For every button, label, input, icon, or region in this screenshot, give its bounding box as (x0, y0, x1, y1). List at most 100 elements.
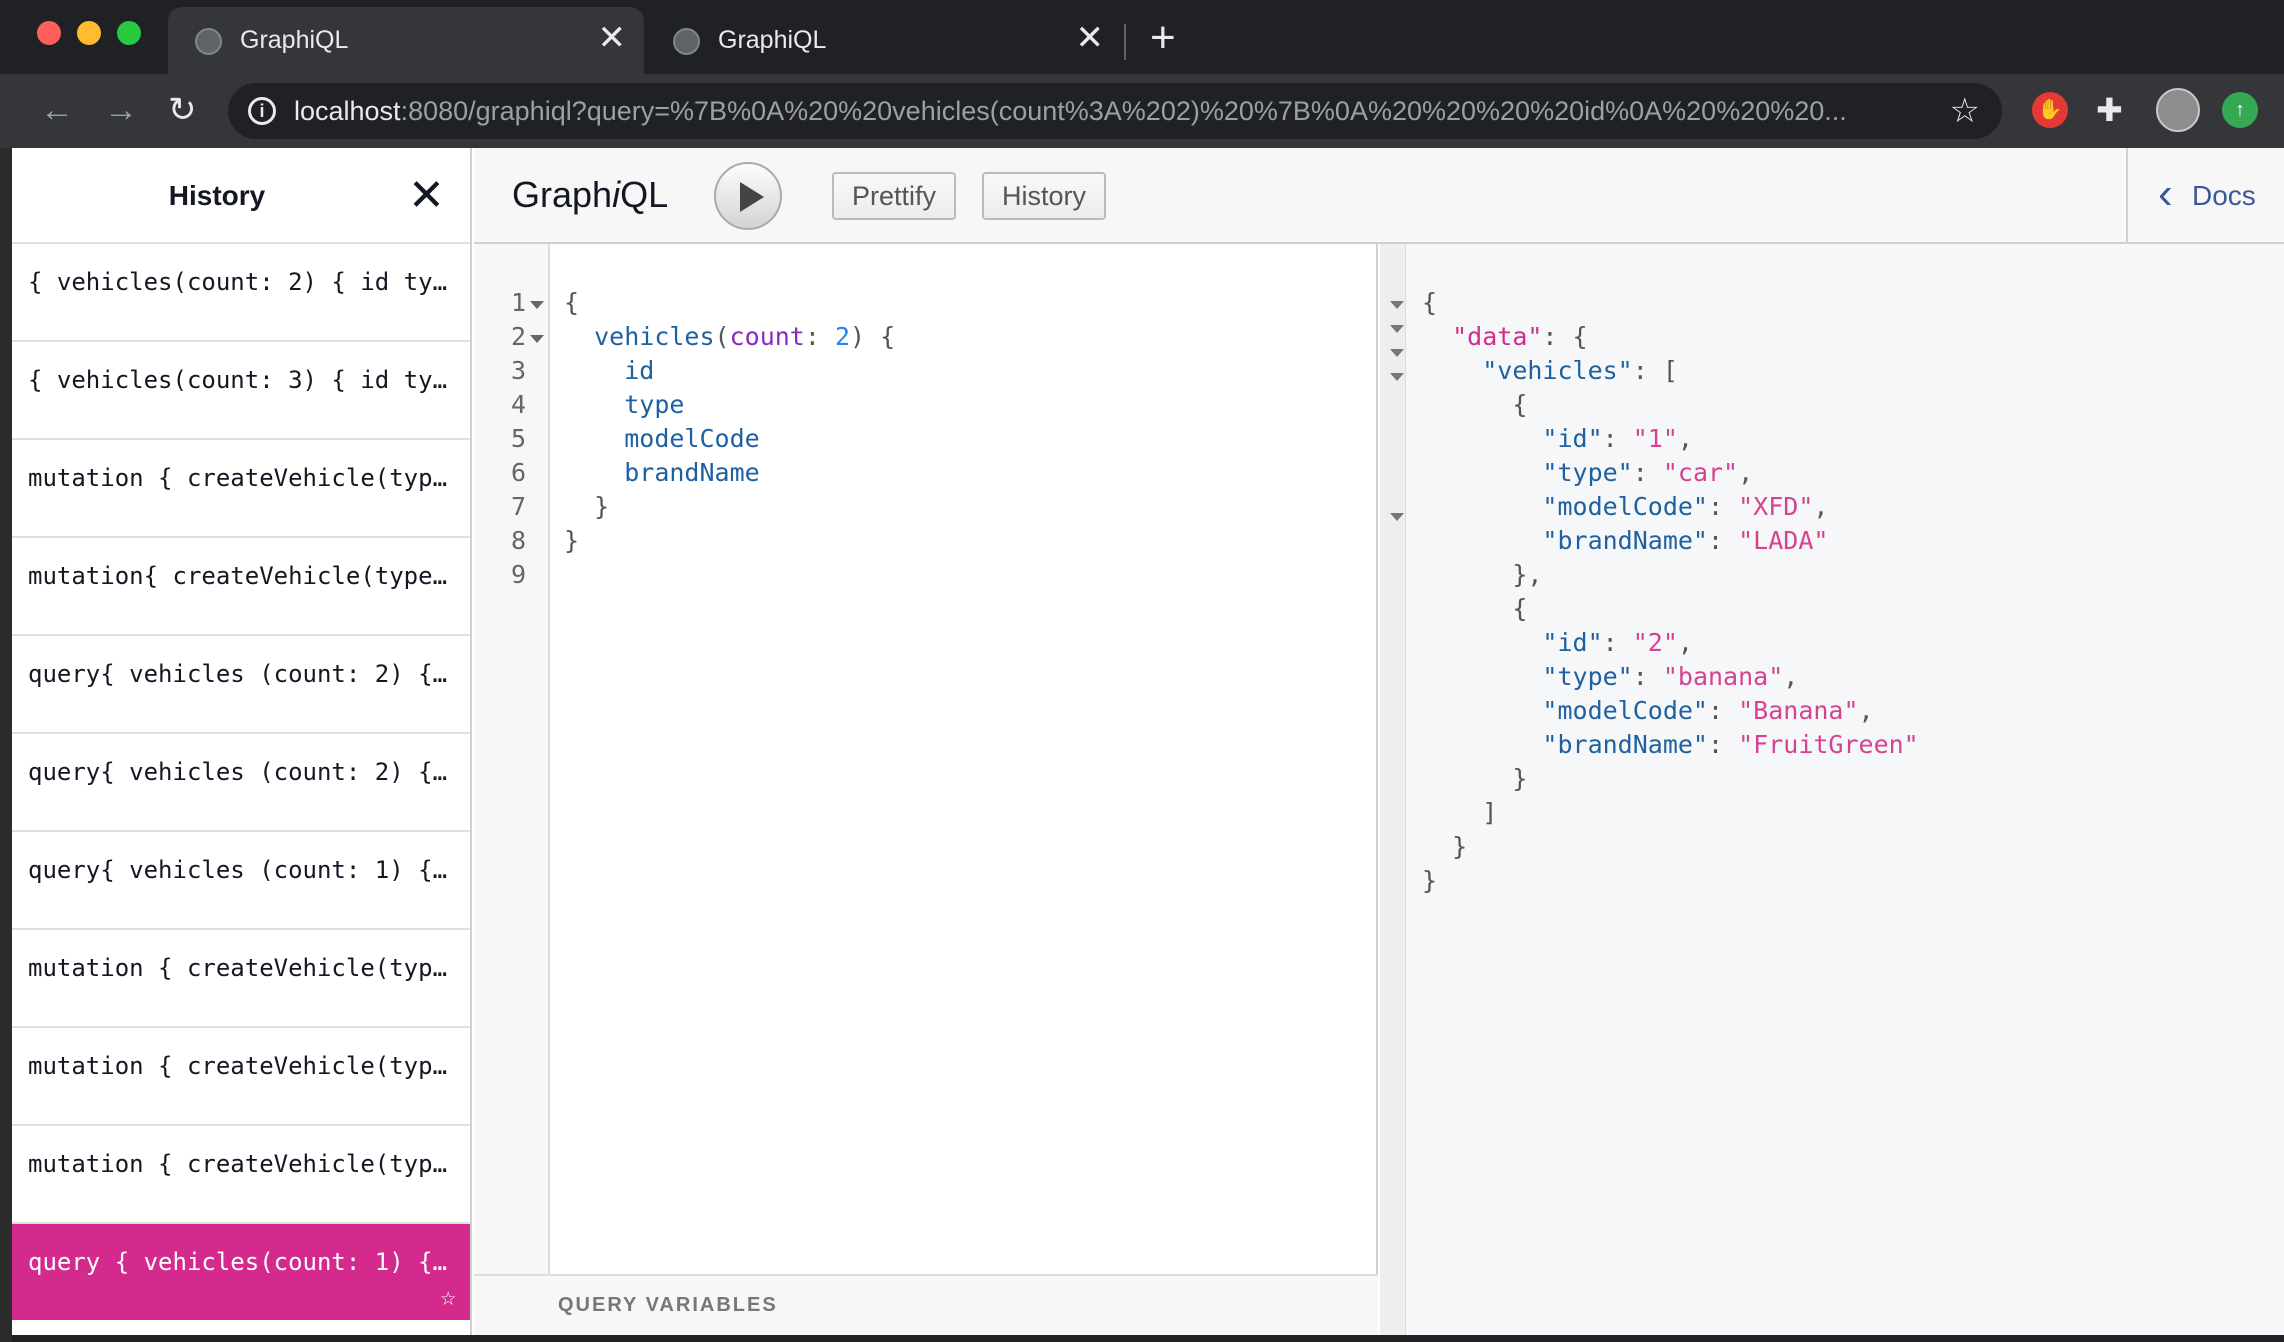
history-item[interactable]: mutation { createVehicle(typ… (12, 1126, 470, 1224)
history-item[interactable]: { vehicles(count: 2) { id ty… (12, 244, 470, 342)
field-name: vehicles (594, 322, 715, 351)
history-item-label: mutation { createVehicle(typ… (28, 1150, 448, 1178)
fold-arrow-icon[interactable] (1390, 513, 1404, 521)
docs-button[interactable]: ‹ Docs (2126, 148, 2284, 244)
forward-icon[interactable]: → (104, 88, 138, 132)
extensions-icon[interactable]: ✚ (2096, 92, 2132, 128)
result-line: }, (1422, 560, 1542, 589)
window-zoom-button[interactable] (117, 21, 141, 45)
history-item-label: { vehicles(count: 3) { id ty… (28, 366, 448, 394)
line-number: 1 (510, 288, 526, 317)
paren-brace: ) { (850, 322, 896, 351)
fold-arrow-icon[interactable] (1390, 325, 1404, 333)
info-icon[interactable]: i (248, 97, 276, 125)
history-item[interactable]: query { vehicles(count: 1) {… ☆ (12, 1224, 470, 1320)
fold-arrow-icon[interactable] (1390, 373, 1404, 381)
code-line: { (564, 288, 579, 317)
history-item[interactable]: mutation{ createVehicle(type… (12, 538, 470, 636)
window-minimize-button[interactable] (77, 21, 101, 45)
result-gutter (1380, 244, 1406, 1335)
history-item[interactable]: query{ vehicles (count: 2) {… (12, 636, 470, 734)
json-string: "LADA" (1738, 526, 1829, 555)
argument-value: 2 (834, 322, 851, 351)
code-line: vehicles(count: 2) { (564, 322, 895, 351)
json-punctuation: , (1677, 424, 1693, 453)
star-icon[interactable]: ☆ (440, 1282, 456, 1312)
result-line: "data": { (1422, 322, 1587, 351)
fold-arrow-icon[interactable] (530, 301, 544, 309)
close-icon[interactable]: ✕ (598, 21, 627, 55)
code-line: id (564, 356, 654, 385)
history-item[interactable]: query{ vehicles (count: 2) {… (12, 734, 470, 832)
history-item[interactable]: mutation { createVehicle(typ… (12, 440, 470, 538)
update-icon[interactable]: ↑ (2222, 92, 2258, 128)
query-variables-bar[interactable]: QUERY VARIABLES (474, 1274, 1378, 1335)
browser-tab[interactable]: GraphiQL ✕ (646, 7, 1122, 74)
json-punctuation: : [ (1632, 356, 1678, 385)
result-line: { (1422, 390, 1527, 419)
colon: : (804, 322, 835, 351)
json-punctuation: : (1708, 492, 1739, 521)
history-item[interactable]: mutation { createVehicle(typ… (12, 1028, 470, 1126)
json-key: "id" (1542, 424, 1603, 453)
close-icon[interactable]: ✕ (408, 168, 445, 224)
json-string: "1" (1632, 424, 1678, 453)
json-punctuation: , (1783, 662, 1799, 691)
history-panel: History ✕ { vehicles(count: 2) { id ty… {… (12, 148, 472, 1335)
field-name: id (624, 356, 655, 385)
prettify-button[interactable]: Prettify (832, 172, 957, 220)
fold-arrow-icon[interactable] (1390, 301, 1404, 309)
history-item-label: mutation { createVehicle(typ… (28, 954, 448, 982)
avatar[interactable] (2156, 88, 2200, 132)
field-name: modelCode (624, 424, 760, 453)
address-bar[interactable]: i localhost:8080/graphiql?query=%7B%0A%2… (228, 83, 2002, 139)
history-item-label: mutation{ createVehicle(type… (28, 562, 448, 590)
url-path: :8080/graphiql?query=%7B%0A%20%20vehicle… (400, 96, 1847, 126)
json-key: "type" (1542, 458, 1633, 487)
globe-icon (195, 28, 222, 55)
json-key: "brandName" (1542, 730, 1708, 759)
json-punctuation: : (1708, 730, 1739, 759)
play-icon (740, 182, 764, 212)
result-line: "type": "banana", (1422, 662, 1798, 691)
result-line: } (1422, 832, 1467, 861)
line-number: 7 (510, 492, 526, 521)
json-punctuation: ] (1482, 798, 1498, 827)
json-punctuation: }, (1512, 560, 1543, 589)
line-number: 9 (510, 560, 526, 589)
line-number: 2 (510, 322, 526, 351)
code-line: type (564, 390, 684, 419)
fold-arrow-icon[interactable] (1390, 349, 1404, 357)
json-punctuation: , (1813, 492, 1829, 521)
history-item[interactable]: mutation { createVehicle(typ… (12, 930, 470, 1028)
json-punctuation: } (1512, 764, 1528, 793)
history-item[interactable]: { vehicles(count: 3) { id ty… (12, 342, 470, 440)
browser-tab-active[interactable]: GraphiQL ✕ (168, 7, 644, 74)
close-icon[interactable]: ✕ (1076, 21, 1105, 55)
history-button[interactable]: History (982, 172, 1107, 220)
url-text[interactable]: localhost:8080/graphiql?query=%7B%0A%20%… (294, 96, 1954, 127)
graphiql-app: History ✕ { vehicles(count: 2) { id ty… {… (12, 148, 2284, 1335)
plus-icon[interactable]: + (1150, 13, 1176, 63)
paren: ( (714, 322, 730, 351)
history-header: History ✕ (12, 148, 470, 244)
json-punctuation: { (1422, 288, 1438, 317)
result-line: "vehicles": [ (1422, 356, 1678, 385)
query-editor[interactable]: 1 2 3 4 5 6 7 8 9 { vehicles(count: 2) {… (474, 244, 1378, 1335)
fold-arrow-icon[interactable] (530, 335, 544, 343)
star-icon[interactable]: ☆ (1950, 91, 1980, 131)
json-key: "id" (1542, 628, 1603, 657)
back-icon[interactable]: ← (40, 88, 74, 132)
json-string: "2" (1632, 628, 1678, 657)
reload-icon[interactable]: ↻ (168, 88, 197, 132)
adblock-icon[interactable]: ✋ (2032, 92, 2068, 128)
result-line: } (1422, 866, 1437, 895)
history-item[interactable]: query{ vehicles (count: 1) {… (12, 832, 470, 930)
browser-tab-strip: GraphiQL ✕ GraphiQL ✕ + (0, 0, 2284, 74)
logo-suffix: QL (620, 174, 669, 215)
result-line: "id": "1", (1422, 424, 1693, 453)
window-close-button[interactable] (37, 21, 61, 45)
code-line: } (564, 526, 579, 555)
result-line: "brandName": "FruitGreen" (1422, 730, 1918, 759)
execute-query-button[interactable] (714, 162, 782, 230)
